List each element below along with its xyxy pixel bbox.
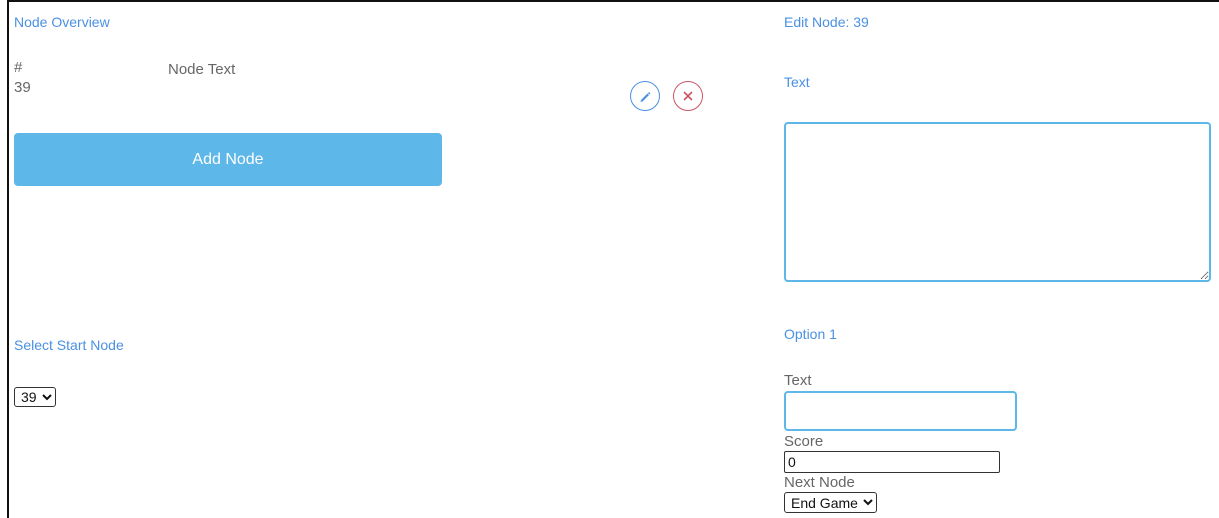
next-node-select[interactable]: End Game (784, 492, 877, 513)
node-overview-title: Node Overview (14, 14, 110, 30)
node-text-label: Text (784, 74, 810, 90)
option-text-input[interactable] (784, 391, 1017, 431)
node-text-textarea[interactable] (784, 122, 1211, 282)
next-node-label: Next Node (784, 474, 855, 491)
option-text-label: Text (784, 372, 812, 389)
close-icon (683, 91, 693, 101)
edit-node-title: Edit Node: 39 (784, 14, 869, 30)
select-start-node-label: Select Start Node (14, 337, 124, 353)
add-node-button[interactable]: Add Node (14, 133, 442, 186)
delete-node-button[interactable] (673, 81, 703, 111)
column-id-header: # (14, 59, 23, 76)
score-label: Score (784, 433, 824, 450)
option-1-title: Option 1 (784, 326, 837, 342)
column-text-header: Node Text (168, 61, 236, 78)
pencil-icon (640, 92, 651, 102)
score-input[interactable] (784, 451, 1000, 473)
start-node-select[interactable]: 39 (14, 387, 56, 407)
edit-node-button[interactable] (630, 81, 660, 111)
node-row-id: 39 (14, 79, 31, 96)
